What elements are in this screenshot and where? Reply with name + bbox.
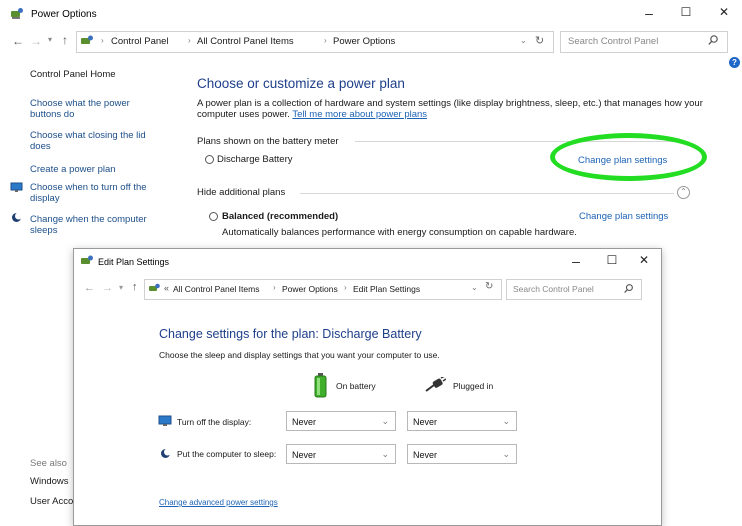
display-battery-select[interactable]: Never ⌄ [286,411,396,431]
collapse-chevron-icon[interactable]: ⌃ [677,186,690,199]
col-on-battery: On battery [336,381,376,391]
address-bar[interactable]: › Control Panel › All Control Panel Item… [76,31,554,53]
display-icon [10,182,23,196]
plan-balanced-desc: Automatically balances performance with … [222,227,577,238]
see-also-user-accounts[interactable]: User Acco [30,496,73,507]
refresh-icon[interactable]: ↻ [535,34,544,47]
monitor-icon [158,415,172,430]
dialog-minimize-button[interactable]: – [566,253,586,269]
dialog-up-arrow-icon[interactable]: ↑ [132,281,138,293]
search-placeholder: Search Control Panel [513,284,594,294]
refresh-icon[interactable]: ↻ [485,281,493,292]
highlight-ellipse [550,133,707,181]
separator [300,193,674,194]
tell-me-more-link[interactable]: Tell me more about power plans [292,109,427,120]
minimize-button[interactable]: – [639,5,659,21]
breadcrumb-edit-plan[interactable]: Edit Plan Settings [353,284,420,294]
breadcrumb-sep-icon: › [324,36,327,45]
dialog-forward-arrow-icon[interactable]: → [102,282,113,294]
hide-plans-label: Hide additional plans [197,187,286,198]
breadcrumb-power-options[interactable]: Power Options [333,36,395,47]
dialog-recent-chevron-icon[interactable]: ▾ [119,283,123,292]
advanced-settings-link[interactable]: Change advanced power settings [159,498,278,507]
breadcrumb-sep-icon: › [188,36,191,45]
col-plugged-in: Plugged in [453,381,494,391]
breadcrumb-control-panel[interactable]: Control Panel [111,36,169,47]
display-battery-value: Never [292,417,317,427]
page-title: Choose or customize a power plan [197,76,405,91]
forward-arrow-icon[interactable]: → [30,34,42,48]
close-button[interactable]: ✕ [714,5,734,19]
edit-plan-dialog: Edit Plan Settings – ☐ ✕ ← → ▾ ↑ « All C… [73,248,662,526]
sidebar-item-computer-sleeps[interactable]: Change when the computer sleeps [30,214,170,236]
sidebar-item-turn-off-display[interactable]: Choose when to turn off the display [30,182,170,204]
window-title: Power Options [31,9,97,20]
breadcrumb-all-items[interactable]: All Control Panel Items [197,36,294,47]
dialog-maximize-button[interactable]: ☐ [602,253,622,267]
sidebar-item-create-plan[interactable]: Create a power plan [30,164,116,175]
sidebar-item-power-buttons[interactable]: Choose what the power buttons do [30,98,148,120]
battery-meter-label: Plans shown on the battery meter [197,136,339,147]
plan-balanced-label[interactable]: Balanced (recommended) [222,211,338,222]
moon-icon [160,448,171,462]
back-arrow-icon[interactable]: ← [12,34,24,48]
chevron-down-icon: ⌄ [502,416,510,426]
breadcrumb-overflow[interactable]: « [164,283,169,293]
plan-discharge-label[interactable]: Discharge Battery [217,154,293,165]
display-plugged-value: Never [413,417,438,427]
chevron-down-icon: ⌄ [502,449,510,459]
search-box[interactable]: Search Control Panel [560,31,728,53]
up-arrow-icon[interactable]: ↑ [62,33,68,47]
chevron-down-icon: ⌄ [381,449,389,459]
computer-sleep-label: Put the computer to sleep: [177,449,277,459]
dialog-back-arrow-icon[interactable]: ← [84,282,95,294]
sleep-battery-value: Never [292,450,317,460]
control-panel-icon [148,283,161,297]
dialog-subtitle: Choose the sleep and display settings th… [159,350,440,360]
dialog-heading: Change settings for the plan: Discharge … [159,327,422,341]
help-icon[interactable]: ? [729,57,740,68]
maximize-button[interactable]: ☐ [676,5,696,19]
change-plan-settings-link-balanced[interactable]: Change plan settings [579,211,668,222]
sidebar-item-closing-lid[interactable]: Choose what closing the lid does [30,130,158,152]
see-also-label: See also [30,458,67,469]
chevron-down-icon: ⌄ [381,416,389,426]
breadcrumb-sep-icon: › [101,36,104,45]
sidebar-home[interactable]: Control Panel Home [30,69,116,80]
display-plugged-select[interactable]: Never ⌄ [407,411,517,431]
dialog-address-bar[interactable]: « All Control Panel Items › Power Option… [144,279,502,300]
search-placeholder: Search Control Panel [568,36,659,47]
address-dropdown-icon[interactable]: ⌄ [520,36,527,45]
dialog-title: Edit Plan Settings [98,257,170,267]
dialog-close-button[interactable]: ✕ [634,253,654,267]
dialog-search-box[interactable]: Search Control Panel [506,279,642,300]
sleep-plugged-value: Never [413,450,438,460]
plug-icon [424,375,447,396]
recent-chevron-icon[interactable]: ▾ [48,35,52,44]
sleep-battery-select[interactable]: Never ⌄ [286,444,396,464]
intro-body: A power plan is a collection of hardware… [197,98,703,120]
intro-text: A power plan is a collection of hardware… [197,98,717,120]
app-icon [10,7,24,23]
dialog-app-icon [80,255,94,270]
search-icon[interactable] [707,34,719,49]
breadcrumb-power-options[interactable]: Power Options [282,284,338,294]
battery-icon [314,373,327,401]
breadcrumb-sep-icon: › [273,283,276,292]
sleep-plugged-select[interactable]: Never ⌄ [407,444,517,464]
breadcrumb-all-items[interactable]: All Control Panel Items [173,284,259,294]
plan-balanced-radio[interactable] [209,212,218,224]
turn-off-display-label: Turn off the display: [177,417,252,427]
breadcrumb-sep-icon: › [344,283,347,292]
address-dropdown-icon[interactable]: ⌄ [471,283,478,292]
see-also-windows[interactable]: Windows [30,476,69,487]
plan-discharge-radio[interactable] [205,155,214,167]
control-panel-icon [80,35,94,50]
moon-icon [11,212,22,226]
search-icon[interactable] [623,283,634,297]
